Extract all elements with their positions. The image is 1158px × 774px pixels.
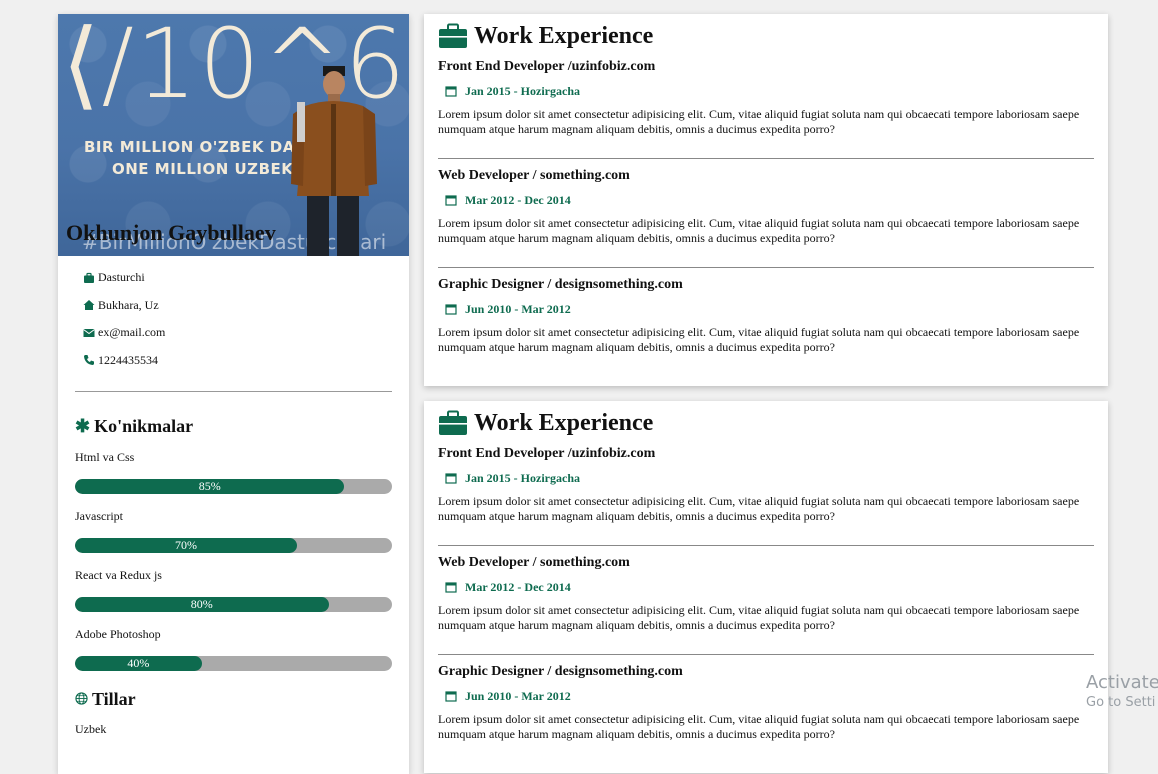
- profile-photo: ⟨/10^6⟩ BIR MILLION O'ZBEK DASTURCHI ONE…: [58, 14, 409, 256]
- work-experience-heading: Work Experience: [438, 22, 1108, 50]
- job-date-text: Mar 2012 - Dec 2014: [465, 579, 571, 594]
- work-experience-title: Work Experience: [474, 409, 654, 436]
- info-email-text[interactable]: ex@mail.com: [98, 325, 165, 340]
- info-location: Bukhara, Uz: [82, 292, 392, 320]
- job-date-text: Jun 2010 - Mar 2012: [465, 688, 571, 703]
- calendar-icon: [445, 473, 457, 484]
- briefcase-icon: [439, 23, 467, 48]
- job-entry: Graphic Designer / designsomething.com J…: [438, 277, 1094, 355]
- skills-list: Html va Css 85% Javascript 70% React va …: [75, 449, 392, 671]
- job-description: Lorem ipsum dolor sit amet consectetur a…: [438, 216, 1080, 245]
- job-title: Graphic Designer / designsomething.com: [438, 664, 683, 679]
- job-description: Lorem ipsum dolor sit amet consectetur a…: [438, 603, 1080, 632]
- calendar-icon: [445, 691, 457, 702]
- job-entry: Web Developer / something.com Mar 2012 -…: [438, 555, 1094, 655]
- job-title: Web Developer / something.com: [438, 168, 630, 183]
- skill-progress-bar: 40%: [75, 656, 392, 671]
- briefcase-icon: [439, 410, 467, 435]
- info-email: ex@mail.com: [82, 319, 392, 347]
- work-experience-title: Work Experience: [474, 22, 654, 49]
- language-item: Uzbek: [75, 722, 107, 736]
- job-divider: [438, 545, 1094, 546]
- job-date-text: Jun 2010 - Mar 2012: [465, 301, 571, 316]
- job-description: Lorem ipsum dolor sit amet consectetur a…: [438, 712, 1080, 741]
- job-description: Lorem ipsum dolor sit amet consectetur a…: [438, 325, 1080, 354]
- skill-progress-fill: 70%: [75, 538, 297, 553]
- skill-progress-bar: 80%: [75, 597, 392, 612]
- job-date-text: Jan 2015 - Hozirgacha: [465, 470, 580, 485]
- info-phone: 1224435534: [82, 347, 392, 375]
- job-divider: [438, 158, 1094, 159]
- calendar-icon: [445, 195, 457, 206]
- job-title: Web Developer / something.com: [438, 555, 630, 570]
- info-location-text: Bukhara, Uz: [98, 297, 159, 312]
- job-title: Graphic Designer / designsomething.com: [438, 277, 683, 292]
- job-description: Lorem ipsum dolor sit amet consectetur a…: [438, 107, 1080, 136]
- work-experience-card: Work Experience Front End Developer /uzi…: [424, 14, 1108, 386]
- job-date: Jun 2010 - Mar 2012: [445, 688, 1094, 704]
- skills-heading: ✱ Ko'nikmalar: [75, 416, 409, 437]
- job-date: Jun 2010 - Mar 2012: [445, 301, 1094, 317]
- skill-item: Html va Css 85%: [75, 449, 392, 494]
- globe-icon: [75, 689, 88, 710]
- skill-progress-fill: 85%: [75, 479, 345, 494]
- job-divider: [438, 267, 1094, 268]
- asterisk-icon: ✱: [75, 416, 91, 436]
- job-entry: Front End Developer /uzinfobiz.com Jan 2…: [438, 446, 1094, 546]
- calendar-icon: [445, 582, 457, 593]
- skill-progress-bar: 85%: [75, 479, 392, 494]
- job-entry: Web Developer / something.com Mar 2012 -…: [438, 168, 1094, 268]
- info-job-text: Dasturchi: [98, 270, 145, 285]
- skill-name: Adobe Photoshop: [75, 627, 161, 641]
- skill-progress-fill: 80%: [75, 597, 329, 612]
- profile-sidebar: ⟨/10^6⟩ BIR MILLION O'ZBEK DASTURCHI ONE…: [58, 14, 409, 774]
- skill-progress-fill: 40%: [75, 656, 202, 671]
- languages-title: Tillar: [92, 689, 136, 709]
- job-date: Jan 2015 - Hozirgacha: [445, 83, 1094, 99]
- job-description: Lorem ipsum dolor sit amet consectetur a…: [438, 494, 1080, 523]
- skill-item: Adobe Photoshop 40%: [75, 626, 392, 671]
- job-divider: [438, 654, 1094, 655]
- skill-item: Javascript 70%: [75, 508, 392, 553]
- skills-title: Ko'nikmalar: [94, 416, 194, 436]
- job-date: Mar 2012 - Dec 2014: [445, 579, 1094, 595]
- info-phone-text[interactable]: 1224435534: [98, 353, 158, 368]
- watermark-line1: Activate: [1086, 672, 1158, 693]
- calendar-icon: [445, 304, 457, 315]
- calendar-icon: [445, 86, 457, 97]
- skill-name: React va Redux js: [75, 568, 162, 582]
- info-job: Dasturchi: [82, 264, 392, 292]
- languages-heading: Tillar: [75, 689, 409, 710]
- job-date-text: Jan 2015 - Hozirgacha: [465, 83, 580, 98]
- skill-item: React va Redux js 80%: [75, 567, 392, 612]
- person-figure: [291, 66, 377, 256]
- home-icon: [82, 298, 96, 312]
- skill-name: Javascript: [75, 509, 123, 523]
- phone-icon: [82, 353, 96, 367]
- contact-info: Dasturchi Bukhara, Uz ex@mail.com 122443…: [58, 256, 409, 374]
- work-experience-card: Work Experience Front End Developer /uzi…: [424, 401, 1108, 773]
- job-date-text: Mar 2012 - Dec 2014: [465, 192, 571, 207]
- skill-progress-bar: 70%: [75, 538, 392, 553]
- job-entry: Graphic Designer / designsomething.com J…: [438, 664, 1094, 742]
- briefcase-icon: [82, 271, 96, 285]
- skill-name: Html va Css: [75, 450, 135, 464]
- job-title: Front End Developer /uzinfobiz.com: [438, 446, 656, 461]
- job-date: Jan 2015 - Hozirgacha: [445, 470, 1094, 486]
- job-date: Mar 2012 - Dec 2014: [445, 192, 1094, 208]
- windows-activation-watermark: Activate Go to Setti: [1086, 672, 1158, 710]
- sidebar-divider: [75, 391, 392, 392]
- envelope-icon: [82, 326, 96, 340]
- job-entry: Front End Developer /uzinfobiz.com Jan 2…: [438, 59, 1094, 159]
- profile-name: Okhunjon Gaybullaev: [66, 220, 276, 245]
- watermark-line2: Go to Setti: [1086, 695, 1156, 710]
- job-title: Front End Developer /uzinfobiz.com: [438, 59, 656, 74]
- work-experience-heading: Work Experience: [438, 409, 1108, 437]
